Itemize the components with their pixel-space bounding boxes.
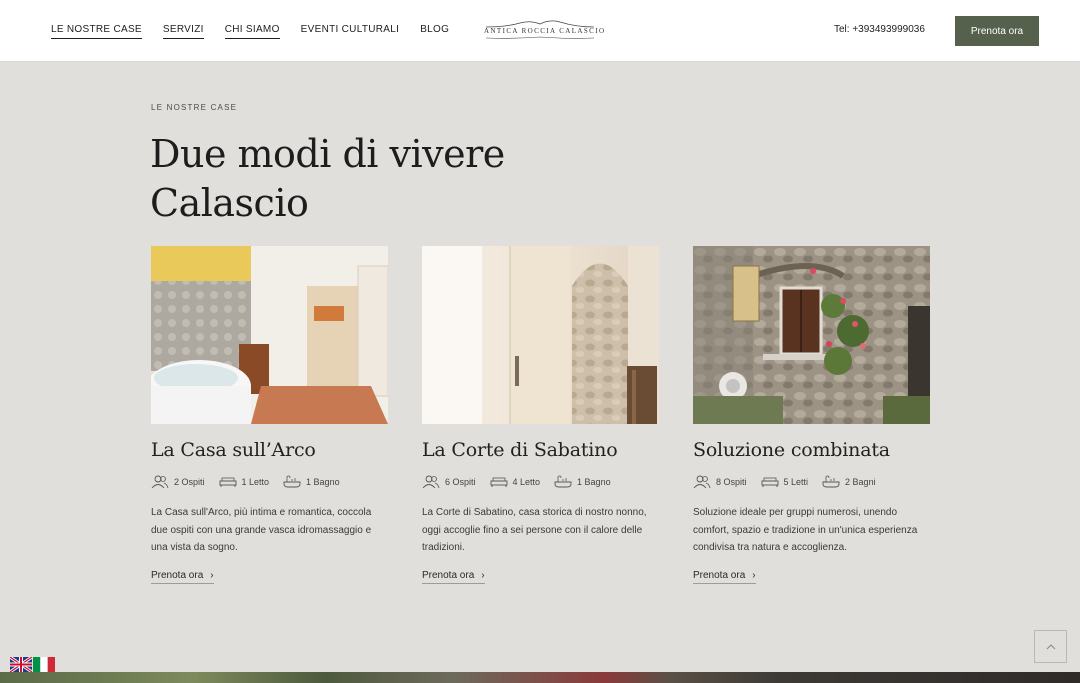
section-eyebrow: LE NOSTRE CASE [151,103,238,112]
scroll-to-top-button[interactable] [1034,630,1067,663]
uk-flag-icon[interactable] [10,657,32,672]
guests-count: 2 Ospiti [174,477,205,487]
italy-flag-icon[interactable] [33,657,55,672]
book-link-label: Prenota ora [693,570,746,581]
nav-item-chi-siamo[interactable]: CHI SIAMO [224,24,280,39]
book-link-soluzione-combinata[interactable]: Prenota ora › [693,570,756,584]
nav-item-eventi-culturali[interactable]: EVENTI CULTURALI [301,24,400,39]
house-features: 6 Ospiti 4 Letto 1 Bagno [422,475,625,489]
bathtub-icon [283,475,301,488]
house-photo[interactable] [693,246,930,424]
chevron-right-icon: › [481,570,485,581]
house-card-soluzione-combinata: Soluzione combinata 8 Ospiti 5 Letti 2 B… [693,246,930,584]
feature-baths: 1 Bagno [283,475,340,489]
beds-count: 5 Letti [783,477,809,487]
book-link-label: Prenota ora [151,570,204,581]
house-name: La Casa sull’Arco [151,439,316,461]
beds-count: 4 Letto [512,477,541,487]
bathroom-photo-image [151,246,388,424]
next-section-image-strip [0,672,1080,683]
interior-door-photo-image [422,246,659,424]
house-card-casa-sull-arco: La Casa sull’Arco 2 Ospiti 1 Letto 1 Bag… [151,246,388,584]
book-link-corte-di-sabatino[interactable]: Prenota ora › [422,570,485,584]
chevron-right-icon: › [752,570,756,581]
bed-icon [490,477,507,487]
nav-item-servizi[interactable]: SERVIZI [162,24,204,39]
section-title: Due modi di vivere Calascio [150,132,505,225]
phone-number[interactable]: Tel: +393493999036 [834,24,925,35]
house-photo[interactable] [422,246,659,424]
bed-icon [761,477,778,487]
book-now-button[interactable]: Prenota ora [955,16,1039,46]
chevron-right-icon: › [210,570,214,581]
feature-baths: 1 Bagno [554,475,611,489]
language-switcher [10,657,55,672]
book-link-casa-sull-arco[interactable]: Prenota ora › [151,570,214,584]
feature-guests: 2 Ospiti [151,475,205,489]
feature-guests: 6 Ospiti [422,475,476,489]
beds-count: 1 Letto [241,477,270,487]
baths-count: 2 Bagni [845,477,876,487]
nav-item-le-nostre-case[interactable]: LE NOSTRE CASE [51,24,142,39]
feature-beds: 1 Letto [219,476,270,488]
logo-text: ANTICA ROCCIA CALASCIO [484,27,606,35]
house-photo[interactable] [151,246,388,424]
book-link-label: Prenota ora [422,570,475,581]
house-name: La Corte di Sabatino [422,439,618,461]
bathtub-icon [554,475,572,488]
stone-wall-photo-image [693,246,930,424]
bathtub-icon [822,475,840,488]
users-icon [693,475,711,489]
house-description: La Corte di Sabatino, casa storica di no… [422,507,647,553]
house-card-corte-di-sabatino: La Corte di Sabatino 6 Ospiti 4 Letto 1 … [422,246,659,584]
site-logo[interactable]: ANTICA ROCCIA CALASCIO [484,18,606,44]
house-description: La Casa sull'Arco, più intima e romantic… [151,507,372,553]
chevron-up-icon [1046,643,1055,649]
baths-count: 1 Bagno [577,477,611,487]
house-description: Soluzione ideale per gruppi numerosi, un… [693,507,918,553]
users-icon [151,475,169,489]
nav-item-blog[interactable]: BLOG [420,24,449,39]
guests-count: 8 Ospiti [716,477,747,487]
house-features: 2 Ospiti 1 Letto 1 Bagno [151,475,354,489]
guests-count: 6 Ospiti [445,477,476,487]
feature-guests: 8 Ospiti [693,475,747,489]
feature-beds: 5 Letti [761,476,809,488]
house-features: 8 Ospiti 5 Letti 2 Bagni [693,475,890,489]
house-name: Soluzione combinata [693,439,890,461]
feature-beds: 4 Letto [490,476,541,488]
main-nav: LE NOSTRE CASE SERVIZI CHI SIAMO EVENTI … [51,24,449,39]
bed-icon [219,477,236,487]
baths-count: 1 Bagno [306,477,340,487]
site-header: LE NOSTRE CASE SERVIZI CHI SIAMO EVENTI … [0,0,1080,62]
users-icon [422,475,440,489]
feature-baths: 2 Bagni [822,475,876,489]
